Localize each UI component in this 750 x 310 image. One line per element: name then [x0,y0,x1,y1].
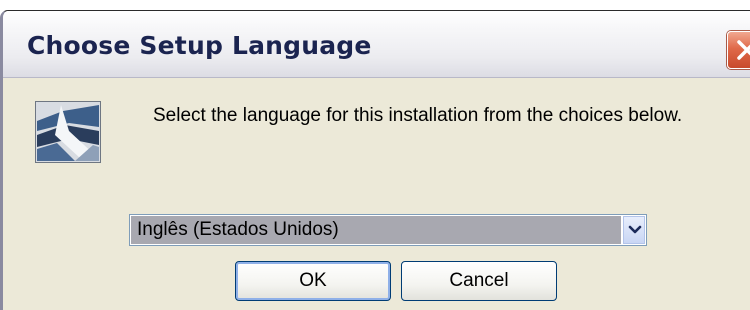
window-title: Choose Setup Language [27,31,372,60]
title-bar[interactable]: Choose Setup Language [3,11,750,78]
setup-language-dialog: Choose Setup Language Select the languag… [0,10,750,310]
language-select[interactable]: Inglês (Estados Unidos) [129,214,647,246]
language-select-dropdown-button[interactable] [623,216,645,244]
close-button[interactable] [727,31,750,69]
language-select-value: Inglês (Estados Unidos) [131,216,621,244]
instruction-text: Select the language for this installatio… [153,105,683,126]
cancel-button[interactable]: Cancel [401,261,557,301]
setup-wizard-icon [34,100,102,164]
ok-button[interactable]: OK [235,261,391,301]
